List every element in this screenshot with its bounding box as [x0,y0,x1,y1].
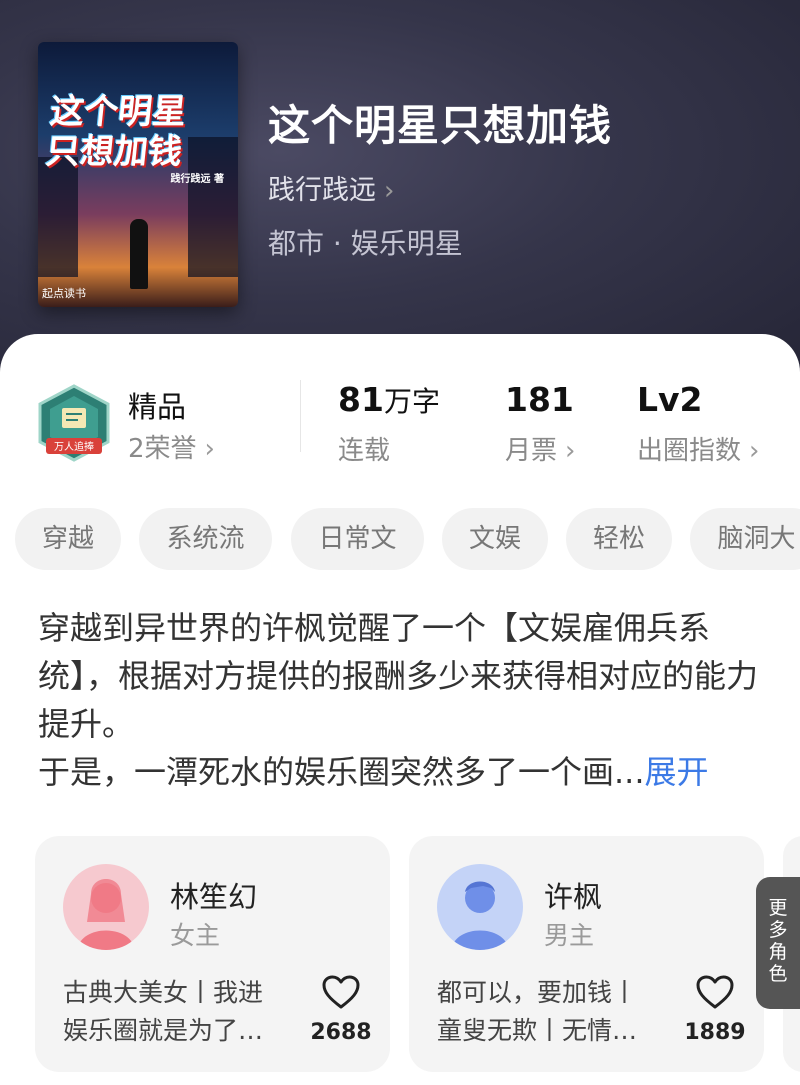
avatar [437,864,523,950]
heart-icon[interactable] [695,974,735,1010]
popularity-level: Lv2 [637,380,703,419]
book-cover[interactable]: 这个明星 只想加钱 践行践远 著 起点读书 [38,42,238,307]
honor-link[interactable]: 2荣誉 › [128,428,215,465]
character-description-line: 都可以，要加钱丨 [437,978,638,1007]
character-role: 男主 [544,921,595,950]
book-genre: 都市 · 娱乐明星 [268,227,463,260]
character-role: 女主 [170,921,221,950]
character-description: 古典大美女丨我进 娱乐圈就是为了… [63,974,288,1050]
badge-label: 万人追捧 [54,440,94,453]
character-name: 许枫 [544,880,603,914]
quality-badge-icon[interactable]: 万人追捧 [38,384,110,462]
character-description-line: 娱乐圈就是为了… [63,1016,264,1045]
heart-icon[interactable] [321,974,361,1010]
chevron-right-icon: › [204,434,215,464]
expand-link[interactable]: 展开 [645,753,709,791]
monthly-ticket-label: 月票 [505,436,558,466]
author-link[interactable]: 践行践远 › [268,168,394,207]
author-name: 践行践远 [268,175,376,206]
quality-label: 精品 [128,390,187,424]
monthly-ticket-link[interactable]: 月票 › [505,430,575,467]
character-card[interactable]: 许枫 男主 都可以，要加钱丨 童叟无欺丨无情… 1889 [409,836,764,1072]
description-text: 于是，一潭死水的娱乐圈突然多了一个画... [38,753,645,791]
cover-title: 这个明星 只想加钱 [43,92,189,172]
cover-figure [130,219,148,289]
character-description: 都可以，要加钱丨 童叟无欺丨无情… [437,974,662,1050]
chevron-right-icon: › [384,176,395,206]
more-characters-label: 多 [768,919,788,941]
tag-chip[interactable]: 系统流 [139,508,272,570]
monthly-ticket-count: 181 [505,380,574,419]
more-characters-label: 角 [768,941,788,963]
cover-author: 践行践远 著 [170,174,224,185]
more-characters-label: 色 [768,963,788,985]
like-count: 1889 [684,1020,746,1045]
cover-publisher: 起点读书 [42,287,86,300]
book-description[interactable]: 穿越到异世界的许枫觉醒了一个【文娱雇佣兵系统】，根据对方提供的报酬多少来获得相对… [38,604,758,796]
like-count: 2688 [310,1020,372,1045]
stats-divider [300,380,301,452]
word-count: 81万字 [338,380,440,420]
character-description-line: 古典大美女丨我进 [63,978,264,1007]
character-card[interactable]: 林笙幻 女主 古典大美女丨我进 娱乐圈就是为了… 2688 [35,836,390,1072]
more-characters-label: 更 [768,897,788,919]
character-description-line: 童叟无欺丨无情… [437,1016,638,1045]
popularity-index-label: 出圈指数 [637,436,742,466]
tag-chip[interactable]: 文娱 [442,508,548,570]
description-text: 穿越到异世界的许枫觉醒了一个【文娱雇佣兵系统】，根据对方提供的报酬多少来获得相对… [38,609,759,743]
word-count-value: 81 [338,380,384,419]
chevron-right-icon: › [749,436,760,466]
tag-chip[interactable]: 轻松 [566,508,672,570]
popularity-index-link[interactable]: 出圈指数 › [637,430,759,467]
serial-status: 连载 [338,436,391,466]
cover-building [38,157,78,277]
honor-count: 2荣誉 [128,434,197,464]
chevron-right-icon: › [565,436,576,466]
word-count-unit: 万字 [383,385,440,418]
avatar [63,864,149,950]
book-title: 这个明星只想加钱 [268,101,613,150]
more-characters-button[interactable]: 更 多 角 色 [756,877,800,1009]
character-name: 林笙幻 [170,880,258,914]
tag-chip[interactable]: 穿越 [15,508,121,570]
tag-chip[interactable]: 日常文 [291,508,424,570]
tag-chip[interactable]: 脑洞大 [690,508,800,570]
